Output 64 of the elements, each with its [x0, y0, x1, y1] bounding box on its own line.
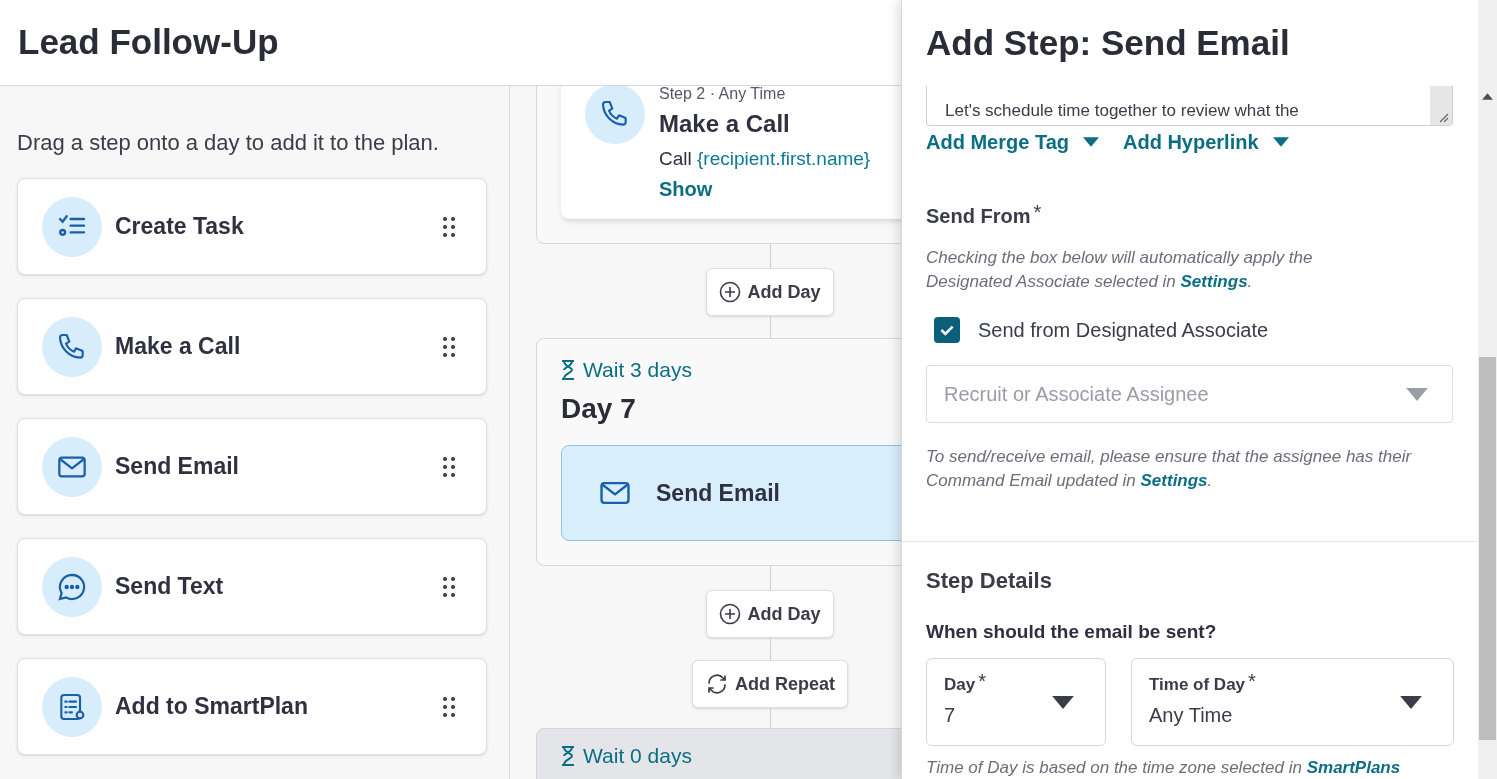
- step-title: Make a Call: [659, 109, 791, 139]
- select-placeholder: Recruit or Associate Assignee: [944, 382, 1209, 407]
- hourglass-icon: [561, 746, 575, 766]
- add-day-button[interactable]: Add Day: [706, 268, 834, 316]
- wait-label: Wait 3 days: [583, 357, 692, 383]
- day-title: Day 7: [561, 392, 636, 426]
- instructions-text: Drag a step onto a day to add it to the plan.: [17, 129, 440, 157]
- checkbox-label: Send from Designated Associate: [978, 318, 1269, 343]
- step-label: Send Email: [115, 452, 240, 482]
- add-repeat-button[interactable]: Add Repeat: [692, 660, 848, 708]
- menu-link[interactable]: Add Merge Tag: [926, 128, 1099, 156]
- step-label: Add to SmartPlan: [115, 692, 309, 722]
- panel-title: Add Step: Send Email: [926, 21, 1290, 64]
- field-value: Any Time: [1149, 703, 1234, 728]
- drag-handle-icon: [442, 455, 456, 478]
- resize-grip-icon: [1437, 111, 1449, 123]
- question-text: When should the email be sent?: [926, 620, 1218, 644]
- step-card[interactable]: Make a Call: [17, 298, 487, 395]
- help-text: Time of Day is based on the time zone selected in SmartPlans: [926, 757, 1402, 779]
- caret-icon: [1051, 695, 1075, 709]
- step-title: Send Email: [656, 478, 780, 508]
- refresh-icon: [705, 672, 729, 696]
- plus-circle-icon: [719, 281, 742, 303]
- step-card[interactable]: Send Text: [17, 538, 487, 635]
- field-value: 7: [944, 703, 957, 728]
- scrollbar-thumb[interactable]: [1479, 357, 1496, 740]
- caret-icon: [1082, 137, 1099, 147]
- menu-link[interactable]: Add Hyperlink: [1122, 128, 1289, 156]
- step-card[interactable]: Send Email: [17, 418, 487, 515]
- required-mark: *: [1248, 672, 1256, 690]
- step-card[interactable]: Create Task: [17, 178, 487, 275]
- step-card[interactable]: Add to SmartPlan: [17, 658, 487, 755]
- checkbox[interactable]: [934, 317, 960, 343]
- drag-handle-icon: [442, 335, 456, 358]
- help-text: Checking the box below will automatically apply the Designated Associate selected in Settings.: [926, 247, 1314, 293]
- field-label: Day: [944, 674, 976, 696]
- plus-circle-icon: [719, 603, 742, 625]
- drag-handle-icon: [442, 695, 456, 718]
- show-link[interactable]: Show: [659, 174, 871, 204]
- field-label: Send From: [926, 204, 1031, 229]
- step-label: Create Task: [115, 212, 245, 242]
- required-mark: *: [978, 672, 986, 690]
- page-title: Lead Follow-Up: [18, 21, 279, 64]
- scroll-up-icon: [1482, 93, 1493, 100]
- drag-handle-icon: [442, 575, 456, 598]
- field-label: Time of Day: [1149, 674, 1246, 696]
- section-title: Step Details: [926, 567, 1053, 595]
- step-label: Make a Call: [115, 332, 242, 362]
- settings-link[interactable]: Settings: [1140, 471, 1208, 490]
- settings-link[interactable]: SmartPlans: [1306, 758, 1401, 777]
- caret-icon: [1399, 695, 1423, 709]
- step-description: Call {recipient.first.name}: [659, 147, 871, 171]
- scrollbar[interactable]: [1478, 0, 1497, 779]
- step-label: Send Text: [115, 572, 225, 602]
- drag-handle-icon: [442, 215, 456, 238]
- caret-icon: [1272, 137, 1289, 147]
- wait-label: Wait 0 days: [583, 743, 692, 769]
- message-field[interactable]: Let's schedule time together to review what the: [926, 86, 1453, 126]
- hourglass-icon: [561, 360, 575, 380]
- step-meta: Step 2 · Any Time: [659, 86, 787, 104]
- settings-link[interactable]: Settings: [1180, 272, 1248, 291]
- caret-icon: [1405, 387, 1429, 401]
- add-day-button[interactable]: Add Day: [706, 590, 834, 638]
- required-mark: *: [1033, 202, 1042, 222]
